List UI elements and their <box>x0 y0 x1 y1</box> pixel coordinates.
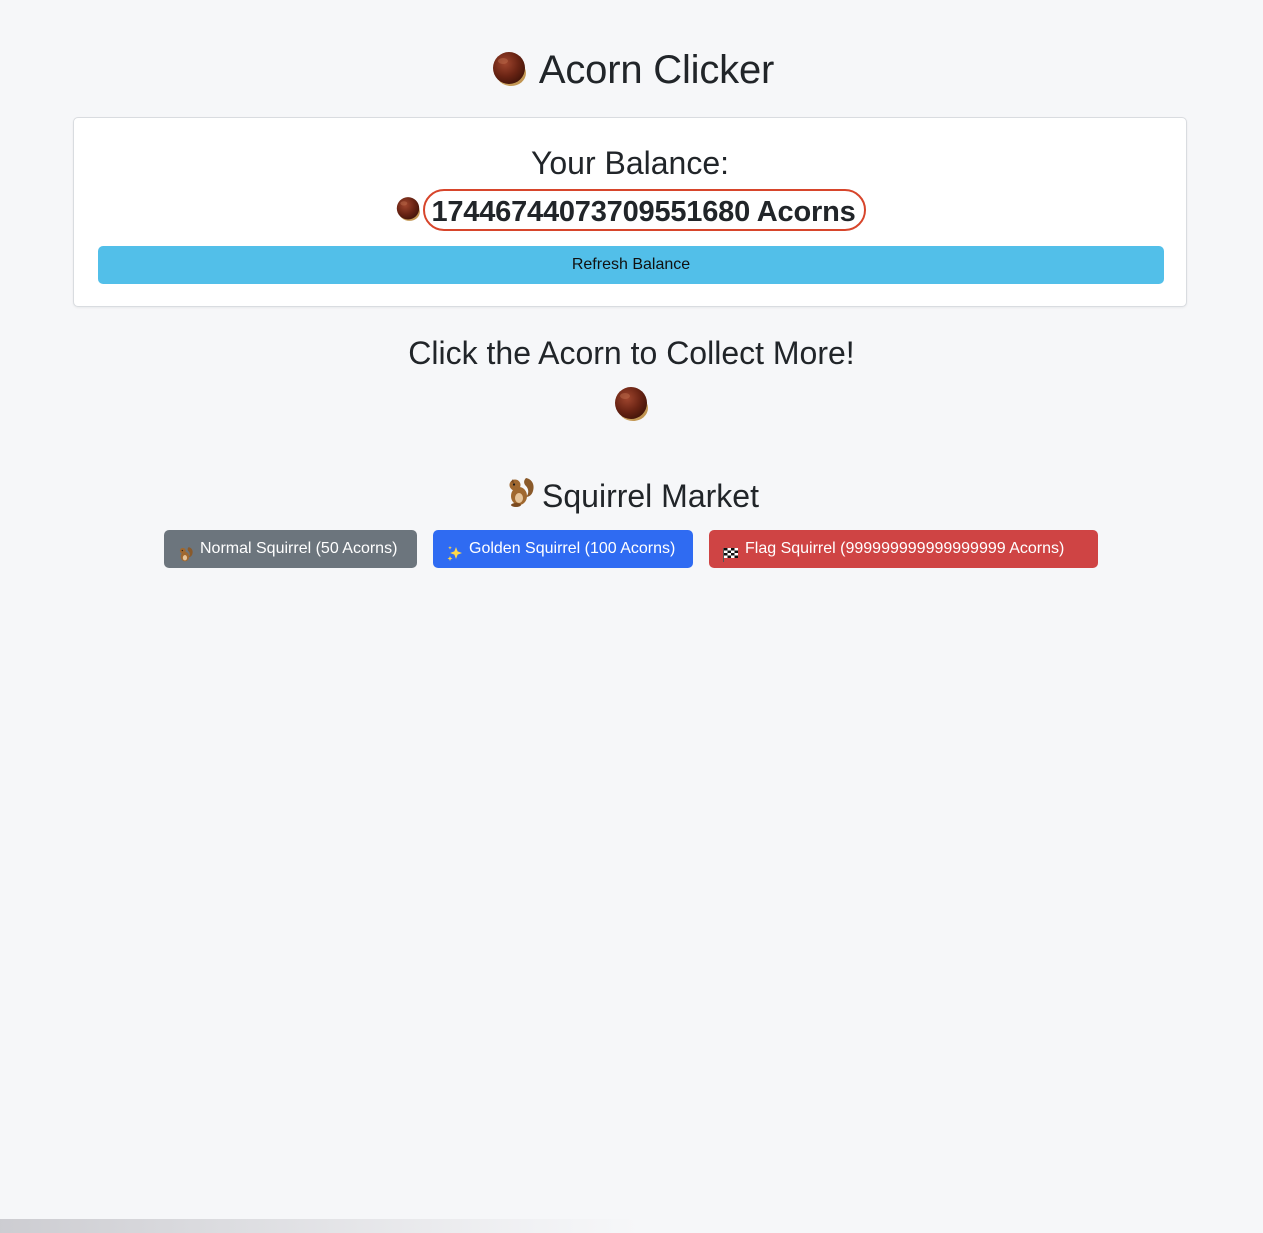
acorn-clicker-page: Acorn Clicker Your Balance: 174467440737… <box>0 0 1263 1233</box>
buy-flag-squirrel-label: Flag Squirrel (999999999999999999 Acorns… <box>745 540 1065 557</box>
balance-value: 17446744073709551680 Acorns <box>423 189 866 231</box>
checkered-flag-icon <box>722 540 740 562</box>
app-title: Acorn Clicker <box>0 44 1263 96</box>
squirrel-icon <box>177 540 195 562</box>
buy-normal-squirrel-button[interactable]: Normal Squirrel (50 Acorns) <box>164 530 417 568</box>
buy-golden-squirrel-label: Golden Squirrel (100 Acorns) <box>469 540 676 557</box>
app-title-text: Acorn Clicker <box>538 48 775 92</box>
market-heading-text: Squirrel Market <box>542 478 759 514</box>
squirrel-icon <box>504 474 538 518</box>
market-buttons: Normal Squirrel (50 Acorns) Golden Squir… <box>164 530 1098 568</box>
refresh-balance-button[interactable]: Refresh Balance <box>98 246 1164 284</box>
market-heading: Squirrel Market <box>0 475 1263 521</box>
buy-normal-squirrel-label: Normal Squirrel (50 Acorns) <box>200 540 398 557</box>
sparkles-icon <box>446 540 464 561</box>
balance-heading: Your Balance: <box>530 145 730 181</box>
acorn-click-button[interactable] <box>611 384 651 424</box>
acorn-icon <box>611 384 651 424</box>
acorn-icon <box>489 49 529 89</box>
buy-golden-squirrel-button[interactable]: Golden Squirrel (100 Acorns) <box>433 530 693 568</box>
buy-flag-squirrel-button[interactable]: Flag Squirrel (999999999999999999 Acorns… <box>709 530 1098 568</box>
balance-row: 17446744073709551680 Acorns <box>74 187 1186 233</box>
balance-card: Your Balance: 17446744073709551680 Acorn… <box>73 117 1187 307</box>
bottom-edge-shadow <box>0 1219 640 1233</box>
collect-heading: Click the Acorn to Collect More! <box>408 335 855 371</box>
acorn-icon <box>394 195 422 223</box>
